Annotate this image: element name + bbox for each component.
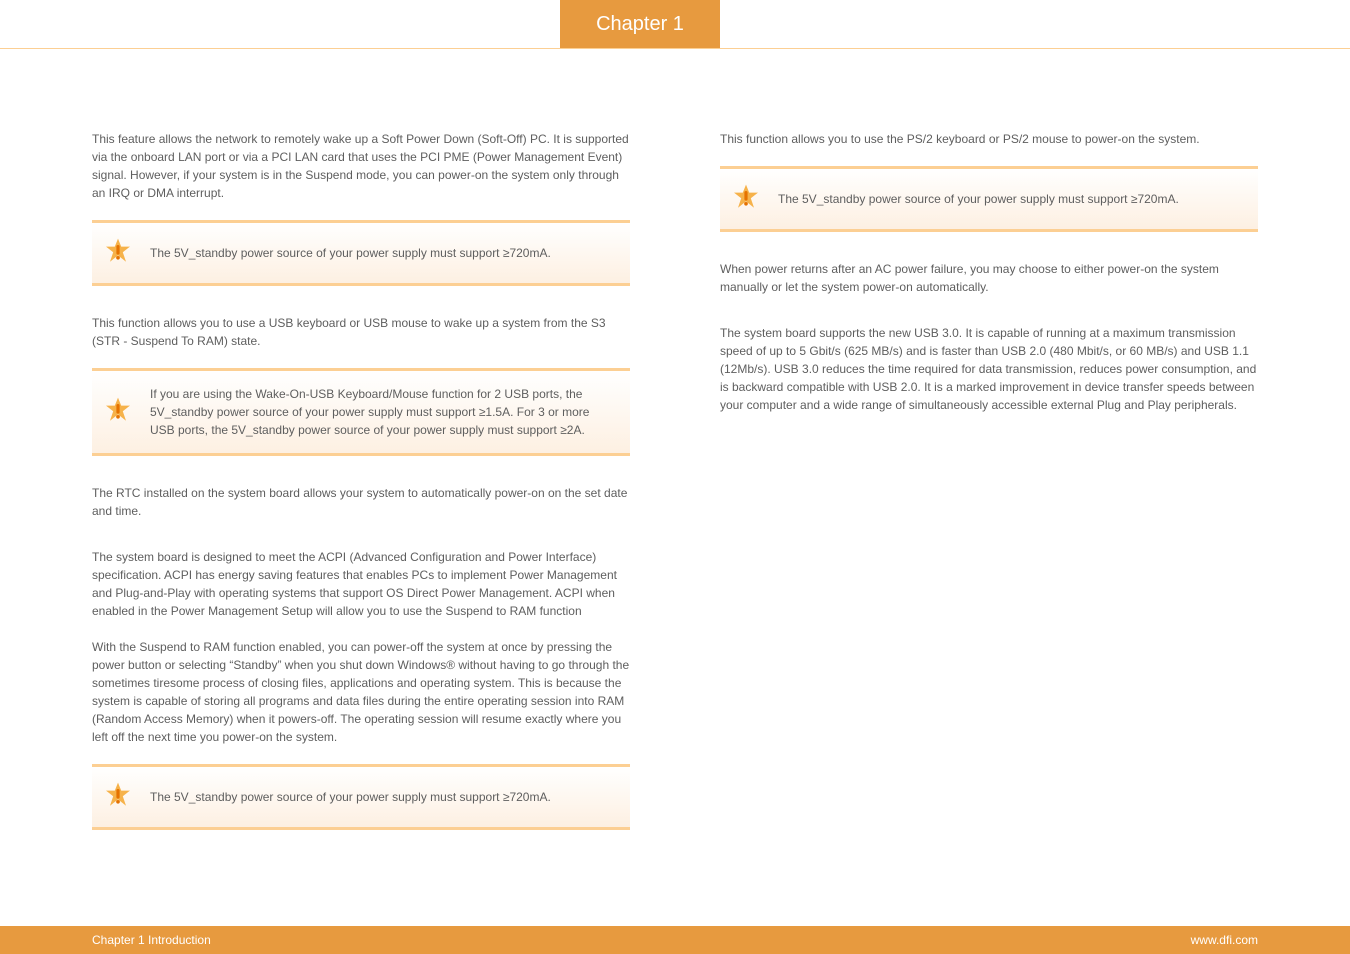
page-content: This feature allows the network to remot…: [92, 130, 1258, 858]
footer-right-text: www.dfi.com: [1191, 933, 1258, 947]
body-text: This feature allows the network to remot…: [92, 130, 630, 202]
page-footer: Chapter 1 Introduction www.dfi.com: [0, 926, 1350, 954]
body-text: The system board is designed to meet the…: [92, 548, 630, 620]
header-divider: [0, 48, 1350, 49]
right-column: This function allows you to use the PS/2…: [720, 130, 1258, 858]
body-text: With the Suspend to RAM function enabled…: [92, 638, 630, 746]
important-note: If you are using the Wake-On-USB Keyboar…: [92, 368, 630, 456]
body-text: The system board supports the new USB 3.…: [720, 324, 1258, 414]
body-text: This function allows you to use the PS/2…: [720, 130, 1258, 148]
important-text: If you are using the Wake-On-USB Keyboar…: [150, 385, 616, 439]
warning-icon: [102, 396, 134, 428]
left-column: This feature allows the network to remot…: [92, 130, 630, 858]
important-note: The 5V_standby power source of your powe…: [92, 764, 630, 830]
body-text: When power returns after an AC power fai…: [720, 260, 1258, 296]
warning-icon: [102, 781, 134, 813]
body-text: This function allows you to use a USB ke…: [92, 314, 630, 350]
warning-icon: [102, 237, 134, 269]
footer-left-text: Chapter 1 Introduction: [92, 933, 211, 947]
important-note: The 5V_standby power source of your powe…: [92, 220, 630, 286]
body-text: The RTC installed on the system board al…: [92, 484, 630, 520]
important-text: The 5V_standby power source of your powe…: [778, 190, 1179, 208]
important-text: The 5V_standby power source of your powe…: [150, 788, 551, 806]
important-text: The 5V_standby power source of your powe…: [150, 244, 551, 262]
important-note: The 5V_standby power source of your powe…: [720, 166, 1258, 232]
chapter-tab: Chapter 1: [560, 0, 720, 48]
warning-icon: [730, 183, 762, 215]
